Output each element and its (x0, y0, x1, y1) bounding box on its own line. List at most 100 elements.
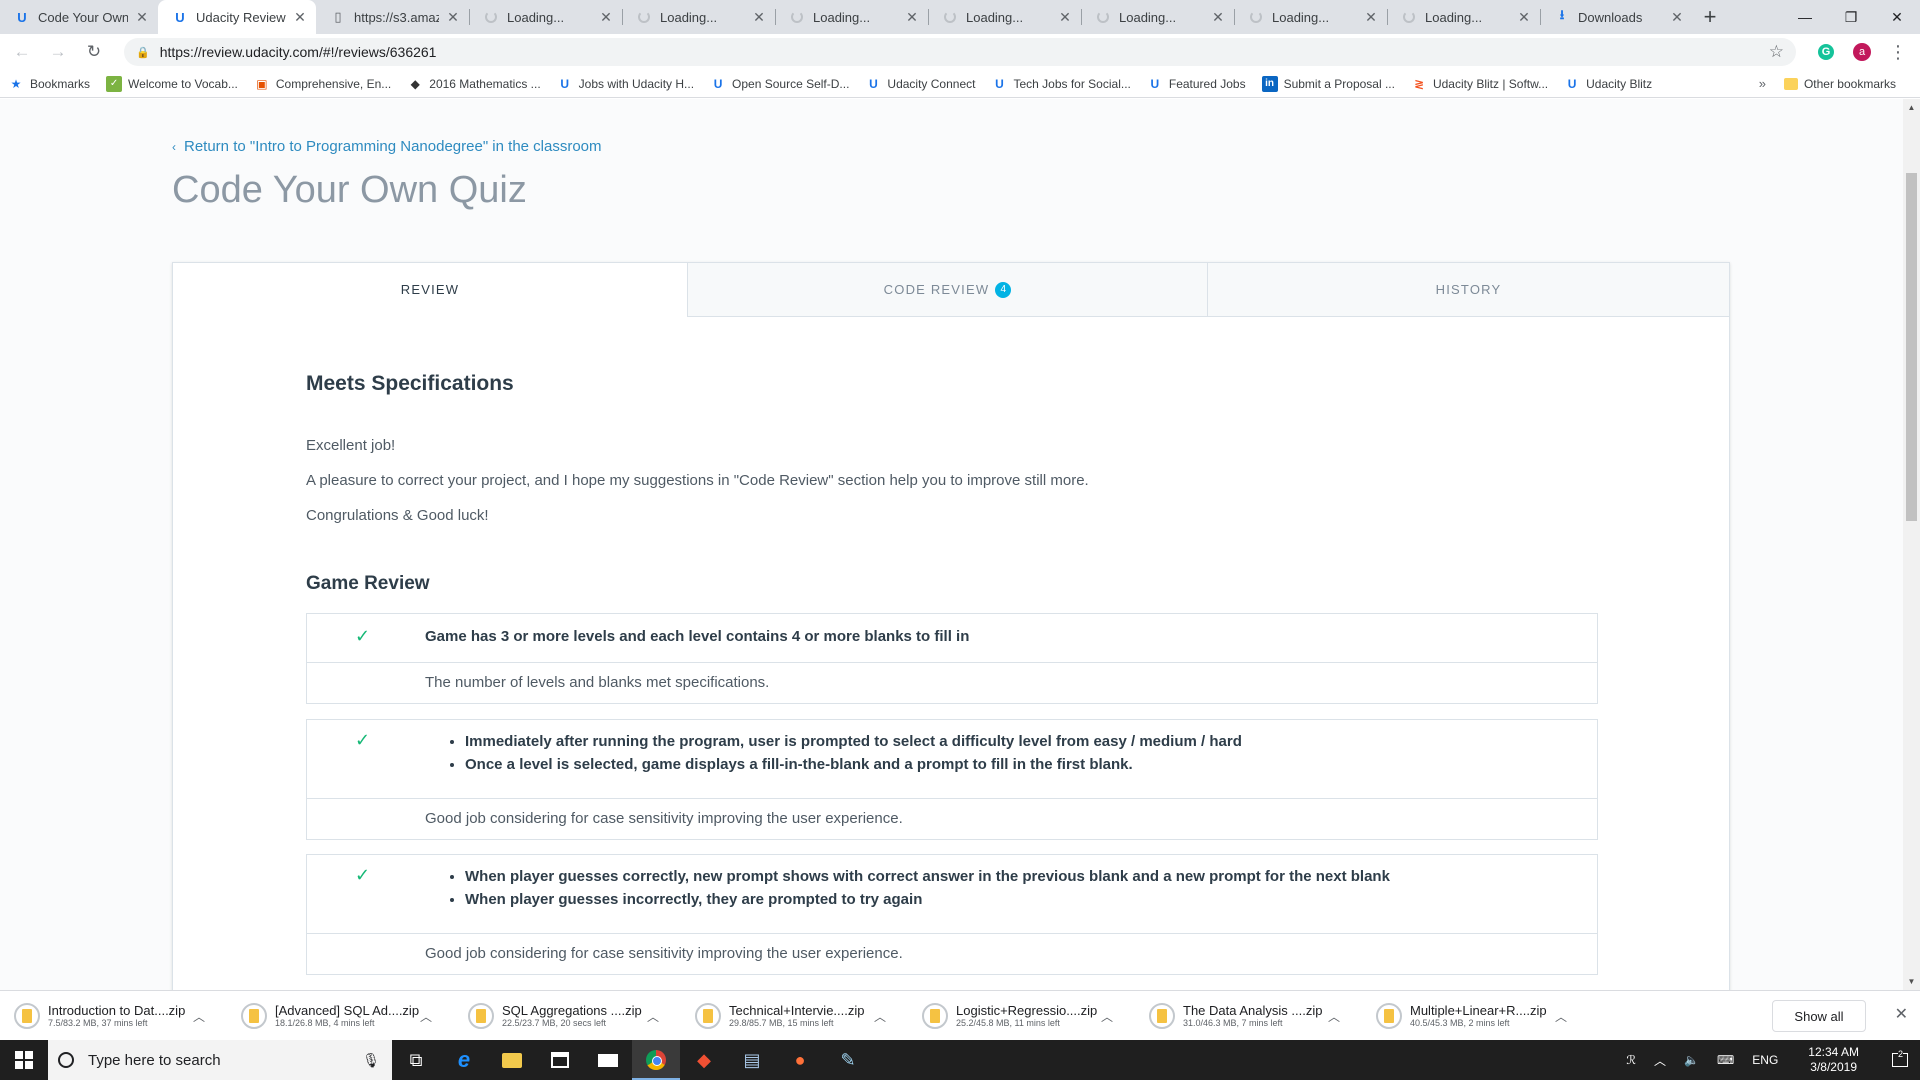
tab-code-review[interactable]: CODE REVIEW 4 (687, 263, 1207, 316)
git-icon[interactable]: ◆ (680, 1040, 728, 1080)
close-icon[interactable]: ✕ (134, 9, 150, 25)
edge-icon[interactable]: e (440, 1040, 488, 1080)
bookmark-item[interactable]: U Tech Jobs for Social... (991, 76, 1131, 92)
chrome-icon[interactable] (632, 1040, 680, 1080)
chevron-up-icon[interactable]: ︿ (1555, 1008, 1567, 1025)
chevron-up-icon[interactable]: ︿ (1654, 1052, 1666, 1069)
close-icon[interactable]: ✕ (1895, 1004, 1908, 1024)
back-arrow-icon[interactable]: ← (8, 38, 36, 66)
clock[interactable]: 12:34 AM 3/8/2019 (1799, 1045, 1868, 1075)
grammarly-extension[interactable]: G (1812, 38, 1840, 66)
bookmarks-overflow-chevron[interactable]: » (1759, 76, 1766, 91)
download-status: 18.1/26.8 MB, 4 mins left (275, 1018, 375, 1028)
language-indicator[interactable]: ENG (1752, 1053, 1778, 1067)
spinner-icon (789, 9, 805, 25)
keyboard-icon[interactable]: ⌨ (1717, 1053, 1734, 1067)
chevron-up-icon[interactable]: ︿ (1328, 1008, 1340, 1025)
bookmark-item[interactable]: U Featured Jobs (1147, 76, 1246, 92)
tab-history[interactable]: HISTORY (1207, 263, 1729, 316)
browser-tab[interactable]: Loading... ✕ (928, 0, 1081, 34)
close-icon[interactable]: ✕ (1057, 9, 1073, 25)
bookmark-item[interactable]: ★ Bookmarks (8, 76, 90, 92)
other-bookmarks[interactable]: Other bookmarks (1783, 77, 1896, 91)
taskbar-search[interactable]: Type here to search 🎙 (48, 1040, 392, 1080)
notepad-icon[interactable]: ▤ (728, 1040, 776, 1080)
browser-tab[interactable]: ⭳ Downloads ✕ (1540, 0, 1693, 34)
bookmark-star-icon[interactable]: ☆ (1769, 42, 1784, 62)
download-item[interactable]: The Data Analysis ....zip 31.0/46.3 MB, 7… (1135, 991, 1362, 1041)
download-item[interactable]: Multiple+Linear+R....zip 40.5/45.3 MB, 2 … (1362, 991, 1589, 1041)
chevron-up-icon[interactable]: ︿ (647, 1008, 659, 1025)
bookmark-item[interactable]: U Jobs with Udacity H... (557, 76, 694, 92)
new-tab-button[interactable]: + (1693, 0, 1727, 34)
people-icon[interactable]: ℛ (1626, 1053, 1636, 1067)
download-item[interactable]: Technical+Intervie....zip 29.8/85.7 MB, 1… (681, 991, 908, 1041)
minimize-icon[interactable]: — (1782, 0, 1828, 34)
notification-center-icon[interactable]: 2 (1880, 1049, 1920, 1067)
scrollbar-thumb[interactable] (1906, 173, 1917, 521)
close-icon[interactable]: ✕ (292, 9, 308, 25)
firefox-icon[interactable]: ● (776, 1040, 824, 1080)
volume-icon[interactable]: 🔈 (1684, 1053, 1699, 1067)
download-item[interactable]: Introduction to Dat....zip 7.5/83.2 MB, 3… (0, 991, 227, 1041)
task-view-icon[interactable]: ⧉ (392, 1040, 440, 1080)
bookmark-item[interactable]: U Udacity Blitz (1564, 76, 1652, 92)
browser-tab[interactable]: Loading... ✕ (1234, 0, 1387, 34)
bookmark-item[interactable]: in Submit a Proposal ... (1261, 75, 1395, 92)
restore-icon[interactable]: ❐ (1828, 0, 1874, 34)
close-icon[interactable]: ✕ (904, 9, 920, 25)
browser-tab-strip: U Code Your Own Quiz ✕ U Udacity Reviews… (0, 0, 1920, 34)
chevron-up-icon[interactable]: ︿ (193, 1008, 205, 1025)
chevron-up-icon[interactable]: ︿ (1101, 1008, 1113, 1025)
forward-arrow-icon[interactable]: → (44, 38, 72, 66)
chevron-up-icon[interactable]: ︿ (874, 1008, 886, 1025)
paint-icon[interactable]: ✎ (824, 1040, 872, 1080)
close-icon[interactable]: ✕ (445, 9, 461, 25)
browser-tab[interactable]: U Code Your Own Quiz ✕ (0, 0, 158, 34)
browser-tab[interactable]: Loading... ✕ (622, 0, 775, 34)
download-item[interactable]: SQL Aggregations ....zip 22.5/23.7 MB, 20… (454, 991, 681, 1041)
bookmark-item[interactable]: ◆ 2016 Mathematics ... (407, 76, 541, 92)
download-name: The Data Analysis ....zip (1183, 1003, 1323, 1018)
show-all-button[interactable]: Show all (1772, 1000, 1866, 1032)
reload-icon[interactable]: ↻ (80, 38, 108, 66)
close-icon[interactable]: ✕ (1210, 9, 1226, 25)
bookmark-item[interactable]: ≷ Udacity Blitz | Softw... (1411, 76, 1548, 92)
close-icon[interactable]: ✕ (751, 9, 767, 25)
url-text[interactable]: https://review.udacity.com/#!/reviews/63… (160, 44, 1769, 60)
tab-review[interactable]: REVIEW (173, 263, 687, 317)
browser-tab[interactable]: Loading... ✕ (469, 0, 622, 34)
scroll-down-arrow-icon[interactable]: ▼ (1903, 973, 1920, 990)
browser-tab[interactable]: ▯ https://s3.amazonaws ✕ (316, 0, 469, 34)
close-icon[interactable]: ✕ (1516, 9, 1532, 25)
file-explorer-icon[interactable] (488, 1040, 536, 1080)
close-icon[interactable]: ✕ (598, 9, 614, 25)
mail-icon[interactable] (584, 1040, 632, 1080)
udacity-icon: U (17, 9, 27, 25)
browser-tab[interactable]: Loading... ✕ (1387, 0, 1540, 34)
download-item[interactable]: Logistic+Regressio....zip 25.2/45.8 MB, 1… (908, 991, 1135, 1041)
back-to-classroom-link[interactable]: ‹ Return to "Intro to Programming Nanodeg… (172, 138, 602, 155)
download-item[interactable]: [Advanced] SQL Ad....zip 18.1/26.8 MB, 4 … (227, 991, 454, 1041)
close-window-icon[interactable]: ✕ (1874, 0, 1920, 34)
menu-kebab-icon[interactable]: ⋮ (1884, 38, 1912, 66)
browser-tab[interactable]: Loading... ✕ (775, 0, 928, 34)
close-icon[interactable]: ✕ (1363, 9, 1379, 25)
browser-tab-active[interactable]: U Udacity Reviews ✕ (158, 0, 316, 34)
bookmark-item[interactable]: ✓ Welcome to Vocab... (106, 75, 238, 92)
bookmark-item[interactable]: ▣ Comprehensive, En... (254, 76, 391, 92)
microphone-icon[interactable]: 🎙 (362, 1052, 380, 1069)
store-icon[interactable] (536, 1040, 584, 1080)
address-bar[interactable]: 🔒 https://review.udacity.com/#!/reviews/… (124, 38, 1796, 66)
scroll-up-arrow-icon[interactable]: ▲ (1903, 99, 1920, 116)
page-scrollbar[interactable]: ▲ ▼ (1903, 99, 1920, 990)
browser-tab[interactable]: Loading... ✕ (1081, 0, 1234, 34)
chevron-up-icon[interactable]: ︿ (420, 1008, 432, 1025)
close-icon[interactable]: ✕ (1669, 9, 1685, 25)
code-review-count-badge: 4 (995, 281, 1012, 298)
bookmark-item[interactable]: U Open Source Self-D... (710, 76, 850, 92)
start-button[interactable] (0, 1040, 48, 1080)
profile-button[interactable]: a (1848, 38, 1876, 66)
bookmark-item[interactable]: U Udacity Connect (865, 76, 975, 92)
udacity-icon: U (995, 76, 1004, 91)
